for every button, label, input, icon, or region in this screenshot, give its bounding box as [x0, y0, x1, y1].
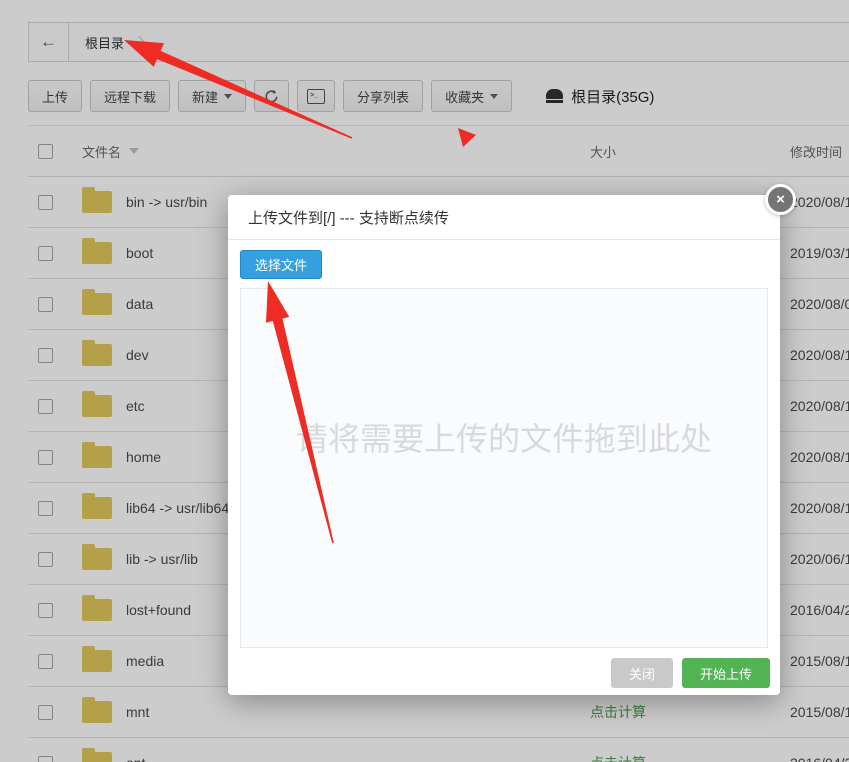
- dropzone-hint-text: 请将需要上传的文件拖到此处: [296, 414, 712, 460]
- upload-dialog-title: 上传文件到[/] --- 支持断点续传: [248, 207, 449, 228]
- upload-dialog: × 上传文件到[/] --- 支持断点续传 选择文件 请将需要上传的文件拖到此处…: [228, 195, 780, 695]
- upload-dialog-header: 上传文件到[/] --- 支持断点续传: [228, 195, 780, 240]
- close-button[interactable]: 关闭: [611, 658, 673, 688]
- upload-dropzone[interactable]: 请将需要上传的文件拖到此处: [240, 288, 768, 648]
- upload-dialog-footer: 关闭 开始上传: [611, 658, 770, 688]
- close-icon[interactable]: ×: [765, 184, 796, 215]
- choose-file-button[interactable]: 选择文件: [240, 250, 322, 279]
- start-upload-button[interactable]: 开始上传: [682, 658, 770, 688]
